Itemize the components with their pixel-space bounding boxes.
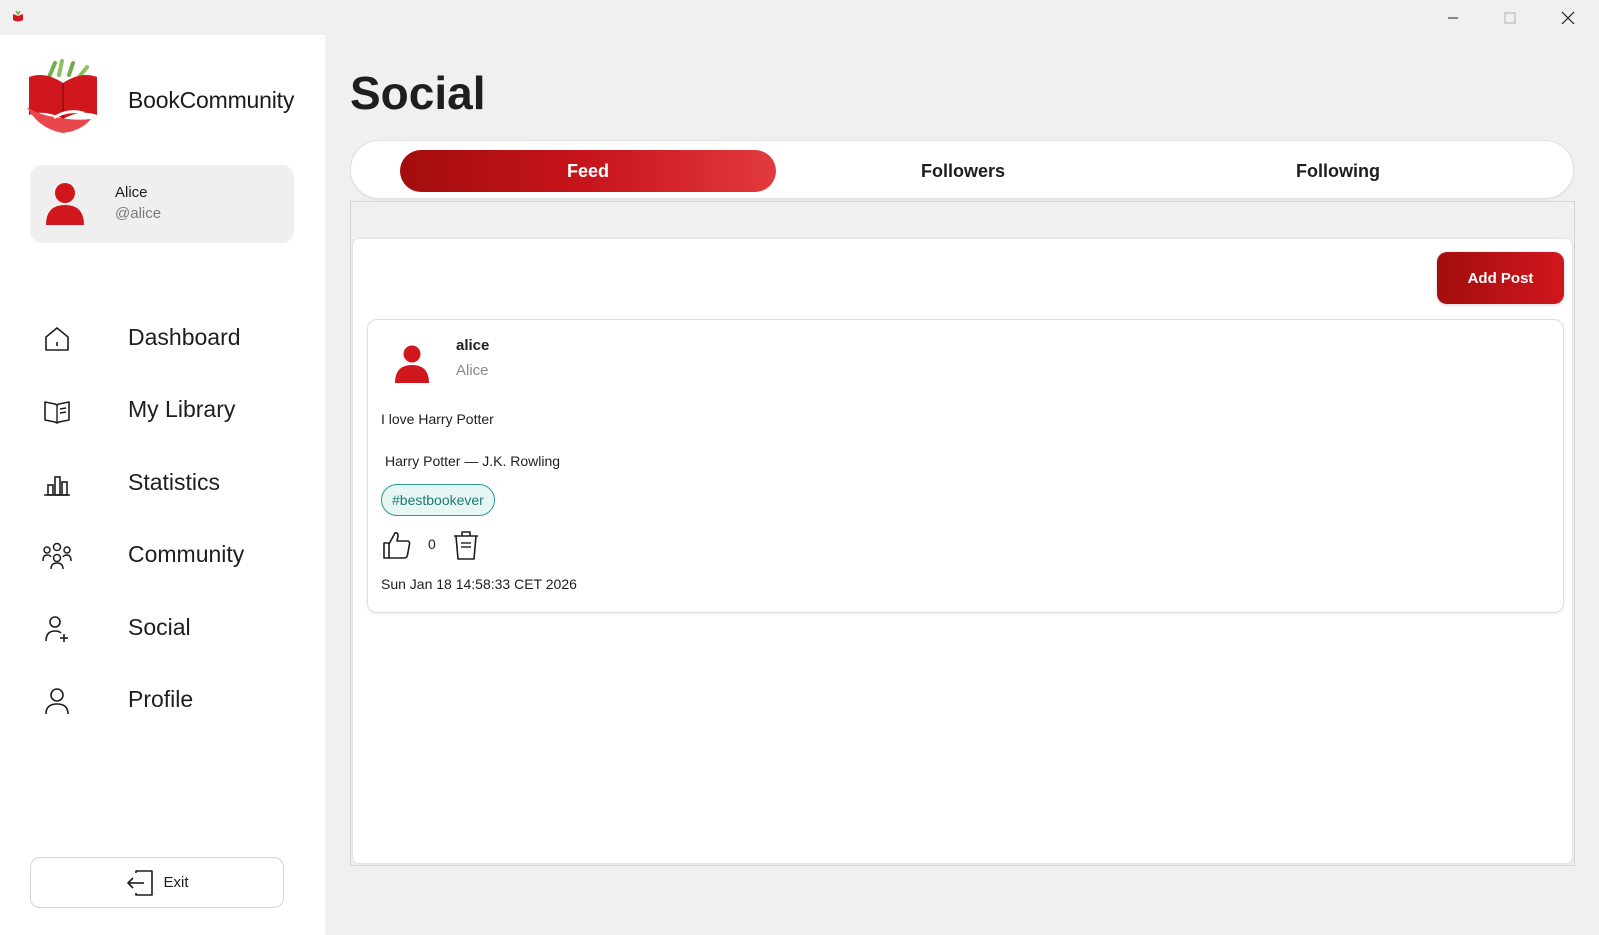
user-name: Alice: [115, 184, 148, 201]
sidebar-item-label: Statistics: [128, 469, 221, 495]
tab-bar: Feed Followers Following: [350, 140, 1574, 199]
sidebar-item-label: Community: [128, 541, 245, 567]
logo: [27, 59, 97, 133]
post-timestamp: Sun Jan 18 14:58:33 CET 2026: [381, 576, 577, 592]
minimize-button[interactable]: [1424, 0, 1482, 35]
sidebar-item-profile[interactable]: Profile: [30, 673, 300, 729]
exit-label: Exit: [163, 874, 189, 891]
sidebar-item-my-library[interactable]: My Library: [30, 383, 300, 439]
minimize-icon: [1448, 17, 1458, 18]
feed-scroll-area[interactable]: Add Post alice Alice I love Harry Potter…: [350, 201, 1575, 866]
brand-name: BookCommunity: [128, 87, 295, 113]
avatar: [395, 345, 429, 383]
user-handle: @alice: [115, 205, 162, 222]
person-add-icon: [45, 616, 68, 642]
exit-button[interactable]: Exit: [30, 857, 284, 908]
maximize-button[interactable]: [1481, 0, 1539, 35]
sidebar-item-label: My Library: [128, 396, 236, 422]
post-hashtag[interactable]: #bestbookever: [381, 484, 495, 516]
group-icon: [42, 542, 72, 570]
close-button[interactable]: [1539, 0, 1597, 35]
tab-followers[interactable]: Followers: [775, 150, 1151, 192]
close-icon: [1561, 11, 1575, 24]
avatar: [46, 183, 84, 225]
post-display-name: Alice: [456, 362, 489, 379]
sidebar-item-label: Profile: [128, 686, 194, 712]
person-icon: [45, 688, 69, 715]
thumbs-up-icon[interactable]: [381, 529, 413, 561]
maximize-icon: [1504, 12, 1516, 23]
post-book: Harry Potter — J.K. Rowling: [385, 453, 561, 469]
add-post-button[interactable]: Add Post: [1437, 252, 1564, 304]
tab-feed[interactable]: Feed: [400, 150, 776, 192]
window-titlebar: [0, 0, 1599, 35]
feed-panel: Add Post alice Alice I love Harry Potter…: [353, 239, 1572, 863]
like-count: 0: [428, 536, 436, 552]
app-icon: [13, 10, 23, 22]
post-username[interactable]: alice: [456, 337, 489, 354]
sidebar-item-social[interactable]: Social: [30, 601, 300, 657]
user-card[interactable]: Alice @alice: [30, 165, 294, 243]
page-title: Social: [350, 67, 486, 119]
home-icon: [45, 327, 69, 351]
exit-icon: [127, 869, 154, 896]
sidebar-item-label: Dashboard: [128, 324, 241, 350]
chart-icon: [44, 476, 70, 496]
sidebar-item-label: Social: [128, 614, 191, 640]
post-text: I love Harry Potter: [381, 411, 494, 427]
sidebar-item-community[interactable]: Community: [30, 528, 300, 584]
trash-icon[interactable]: [452, 529, 480, 561]
sidebar: BookCommunity Alice @alice Dashboard My …: [0, 35, 325, 935]
sidebar-item-dashboard[interactable]: Dashboard: [30, 311, 300, 367]
sidebar-item-statistics[interactable]: Statistics: [30, 456, 300, 512]
post-card: alice Alice I love Harry Potter Harry Po…: [367, 319, 1564, 613]
book-icon: [44, 401, 70, 424]
tab-following[interactable]: Following: [1150, 150, 1526, 192]
